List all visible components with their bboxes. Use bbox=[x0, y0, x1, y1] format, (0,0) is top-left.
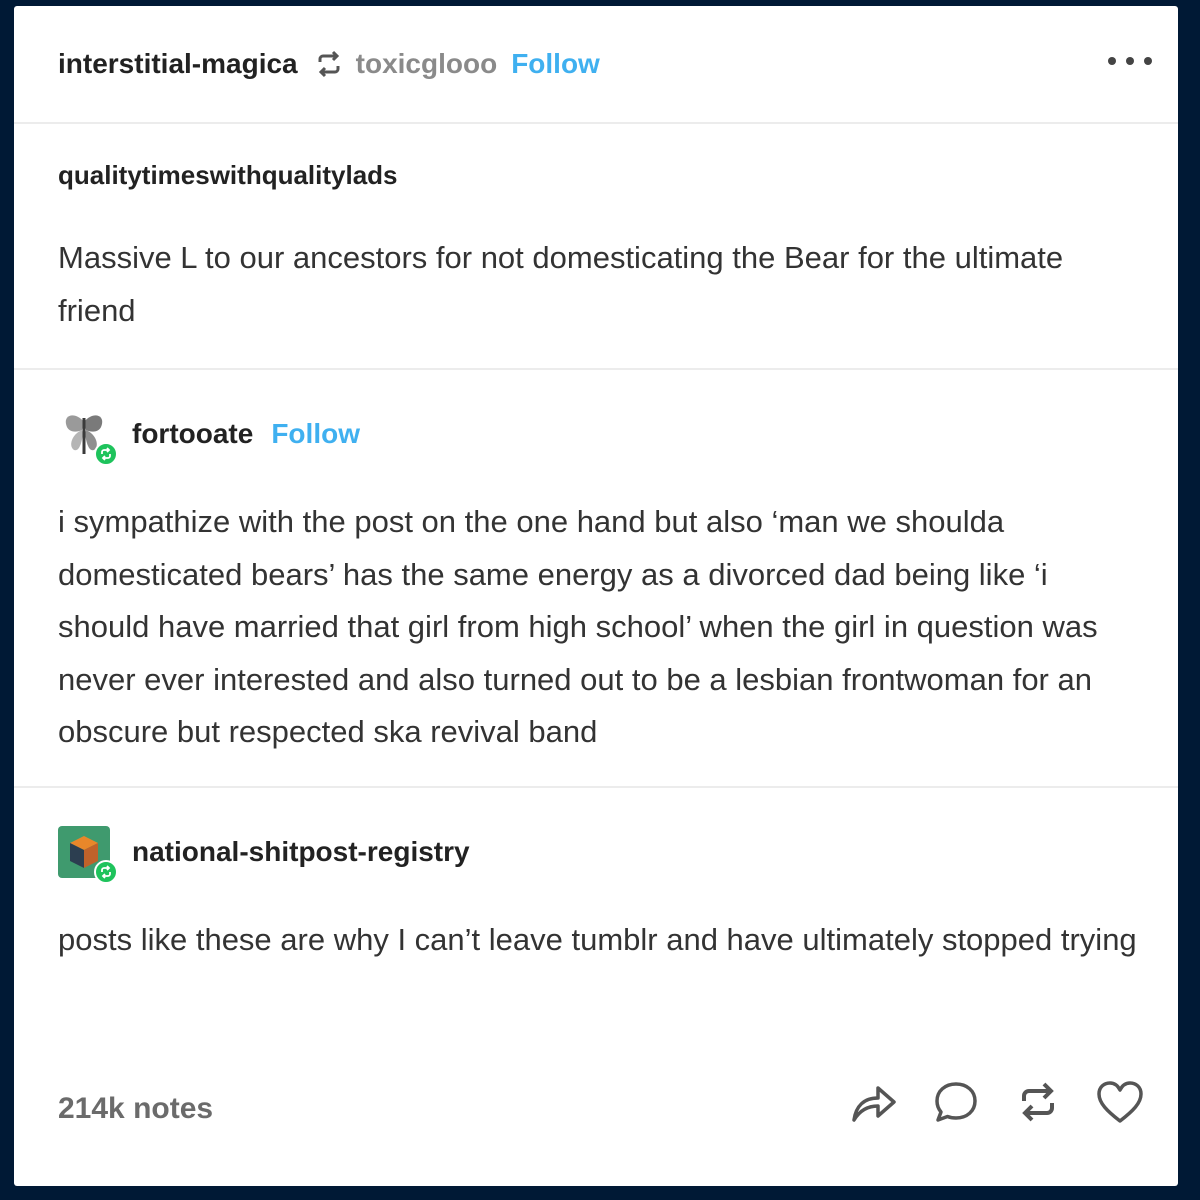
reply-icon[interactable] bbox=[928, 1074, 984, 1130]
original-post: qualitytimeswithqualitylads Massive L to… bbox=[14, 124, 1178, 370]
more-dot bbox=[1144, 57, 1152, 65]
reblog-icon bbox=[314, 49, 344, 79]
op-text: Massive L to our ancestors for not domes… bbox=[58, 240, 1064, 328]
share-icon[interactable] bbox=[846, 1074, 902, 1130]
more-dot bbox=[1126, 57, 1134, 65]
op-blog-name[interactable]: qualitytimeswithqualitylads bbox=[58, 160, 398, 191]
reblog-user-row: national-shitpost-registry bbox=[58, 824, 470, 884]
reblog-comment: national-shitpost-registry posts like th… bbox=[14, 788, 1178, 1048]
follow-button[interactable]: Follow bbox=[271, 418, 360, 450]
post-header: interstitial-magica toxicglooo Follow bbox=[14, 6, 1178, 124]
post-footer: 214k notes bbox=[14, 1048, 1178, 1186]
notes-count[interactable]: 214k notes bbox=[58, 1092, 213, 1126]
reblog-user-row: fortooate Follow bbox=[58, 406, 360, 466]
source-blog-link[interactable]: toxicglooo bbox=[356, 48, 498, 80]
reblog-comment-text: posts like these are why I can’t leave t… bbox=[58, 922, 1137, 957]
like-icon[interactable] bbox=[1092, 1074, 1148, 1130]
avatar[interactable] bbox=[58, 408, 118, 466]
avatar[interactable] bbox=[58, 826, 118, 884]
blog-name-link[interactable]: interstitial-magica bbox=[58, 48, 298, 80]
post-actions bbox=[820, 1072, 1148, 1132]
more-options-icon[interactable] bbox=[1108, 46, 1152, 76]
reblog-user-name[interactable]: national-shitpost-registry bbox=[132, 836, 470, 868]
reblog-comment: fortooate Follow i sympathize with the p… bbox=[14, 370, 1178, 788]
follow-button[interactable]: Follow bbox=[511, 48, 600, 80]
reblog-action-icon[interactable] bbox=[1010, 1074, 1066, 1130]
reblog-comment-text: i sympathize with the post on the one ha… bbox=[58, 504, 1098, 749]
reblog-user-name[interactable]: fortooate bbox=[132, 418, 253, 450]
post-header-row: interstitial-magica toxicglooo Follow bbox=[58, 46, 600, 82]
post-card: interstitial-magica toxicglooo Follow qu… bbox=[14, 6, 1178, 1186]
more-dot bbox=[1108, 57, 1116, 65]
reblog-badge-icon bbox=[94, 860, 118, 884]
reblog-badge-icon bbox=[94, 442, 118, 466]
